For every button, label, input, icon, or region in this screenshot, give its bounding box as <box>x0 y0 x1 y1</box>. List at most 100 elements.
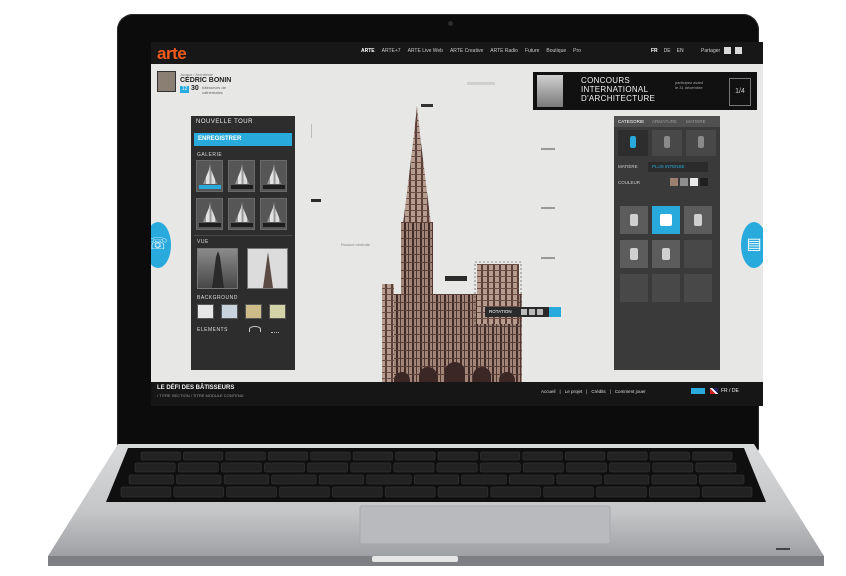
material-tile[interactable] <box>652 240 680 268</box>
gallery-item[interactable] <box>260 160 287 192</box>
facebook-icon[interactable] <box>724 47 732 54</box>
lang-de[interactable]: DE <box>664 48 671 54</box>
save-icon[interactable]: ▤ <box>741 222 763 268</box>
keyboard-key[interactable] <box>609 462 650 473</box>
nav-item-radio[interactable]: ARTE Radio <box>490 48 518 54</box>
keyboard-key[interactable] <box>522 451 563 461</box>
keyboard-key[interactable] <box>596 486 647 498</box>
nav-item-arte7[interactable]: ARTE+7 <box>382 48 401 54</box>
keyboard-key[interactable] <box>128 474 174 485</box>
background-swatch-blue[interactable] <box>221 304 238 319</box>
footer-link-home[interactable]: Accueil <box>541 389 556 394</box>
footer-link-howto[interactable]: Comment jouer <box>615 389 646 394</box>
keyboard-key[interactable] <box>226 486 277 498</box>
confirm-button[interactable] <box>549 307 561 317</box>
tool-brush[interactable] <box>618 130 648 156</box>
keyboard-key[interactable] <box>310 451 351 461</box>
keyboard-key[interactable] <box>566 462 607 473</box>
user-name[interactable]: CÉDRIC BONIN <box>180 77 231 84</box>
gallery-item[interactable] <box>260 198 287 230</box>
material-tile-selected[interactable] <box>652 206 680 234</box>
keyboard-key[interactable] <box>652 462 694 473</box>
keyboard-key[interactable] <box>692 451 733 461</box>
background-swatch-white[interactable] <box>197 304 214 319</box>
color-swatch-black[interactable] <box>700 178 708 186</box>
twitter-icon[interactable] <box>735 47 743 54</box>
footer-link-project[interactable]: Le projet <box>565 389 583 394</box>
delete-icon[interactable] <box>537 309 543 315</box>
tab-category[interactable]: CATEGORIE <box>618 119 644 124</box>
nav-item-boutique[interactable]: Boutique <box>546 48 566 54</box>
flag-icon[interactable] <box>710 388 718 394</box>
keyboard-key[interactable] <box>221 462 262 473</box>
keyboard-key[interactable] <box>176 474 222 485</box>
keyboard-key[interactable] <box>134 462 176 473</box>
keyboard-key[interactable] <box>556 474 602 485</box>
keyboard-key[interactable] <box>461 474 507 485</box>
keyboard-key[interactable] <box>177 462 219 473</box>
view-option-front[interactable] <box>247 248 288 289</box>
phone-icon[interactable]: ☏ <box>151 222 171 268</box>
keyboard-key[interactable] <box>699 474 745 485</box>
keyboard-key[interactable] <box>268 451 308 461</box>
footer-link-credits[interactable]: Crédits <box>591 389 605 394</box>
keyboard-key[interactable] <box>695 462 737 473</box>
tool-texture[interactable] <box>686 130 716 156</box>
keyboard-key[interactable] <box>701 486 753 498</box>
gallery-item[interactable] <box>228 198 255 230</box>
trackpad[interactable] <box>359 505 611 545</box>
lang-en[interactable]: EN <box>677 48 684 54</box>
color-swatch-brown[interactable] <box>670 178 678 186</box>
background-swatch-olive[interactable] <box>269 304 286 319</box>
keyboard-key[interactable] <box>395 451 436 461</box>
gallery-item[interactable] <box>196 198 223 230</box>
keyboard-key[interactable] <box>490 486 541 498</box>
keyboard-key[interactable] <box>565 451 605 461</box>
lang-fr[interactable]: FR <box>651 48 658 54</box>
save-button[interactable]: ENREGISTRER <box>194 133 292 146</box>
keyboard-key[interactable] <box>604 474 650 485</box>
material-tile[interactable] <box>684 274 712 302</box>
keyboard-key[interactable] <box>413 474 460 485</box>
tab-armature[interactable]: ARMATURE <box>652 119 677 124</box>
material-tile[interactable] <box>684 240 712 268</box>
keyboard-key[interactable] <box>437 486 489 498</box>
keyboard-key[interactable] <box>264 462 305 473</box>
footer-action-button[interactable] <box>691 388 705 394</box>
background-swatch-sand[interactable] <box>245 304 262 319</box>
keyboard-key[interactable] <box>479 462 521 473</box>
keyboard-key[interactable] <box>352 451 393 461</box>
gallery-item[interactable] <box>228 160 255 192</box>
keyboard-key[interactable] <box>225 451 266 461</box>
keyboard-key[interactable] <box>279 486 330 498</box>
keyboard-key[interactable] <box>307 462 348 473</box>
nav-item-pro[interactable]: Pro <box>573 48 581 54</box>
material-tile[interactable] <box>620 240 648 268</box>
keyboard-key[interactable] <box>318 474 364 485</box>
arch-icon[interactable] <box>249 326 261 332</box>
keyboard-key[interactable] <box>173 486 224 498</box>
tab-material[interactable]: MATIERE <box>686 119 706 124</box>
keyboard-key[interactable] <box>366 474 412 485</box>
keyboard-key[interactable] <box>393 462 435 473</box>
keyboard-key[interactable] <box>607 451 648 461</box>
nav-item-future[interactable]: Future <box>525 48 539 54</box>
keyboard-key[interactable] <box>223 474 269 485</box>
keyboard-key[interactable] <box>543 486 594 498</box>
cathedral-model[interactable] <box>379 104 527 406</box>
keyboard-key[interactable] <box>183 451 224 461</box>
color-swatch-gray[interactable] <box>680 178 688 186</box>
keyboard-key[interactable] <box>651 474 697 485</box>
dots-icon[interactable] <box>271 328 279 333</box>
material-tile[interactable] <box>620 206 648 234</box>
keyboard-key[interactable] <box>384 486 436 498</box>
material-tile[interactable] <box>684 206 712 234</box>
material-tile[interactable] <box>620 274 648 302</box>
footer-language[interactable]: FR / DE <box>721 388 739 394</box>
keyboard-key[interactable] <box>437 451 478 461</box>
keyboard-key[interactable] <box>509 474 555 485</box>
keyboard-key[interactable] <box>140 451 181 461</box>
keyboard-key[interactable] <box>649 486 700 498</box>
nav-item-live-web[interactable]: ARTE Live Web <box>408 48 443 54</box>
material-tile[interactable] <box>652 274 680 302</box>
